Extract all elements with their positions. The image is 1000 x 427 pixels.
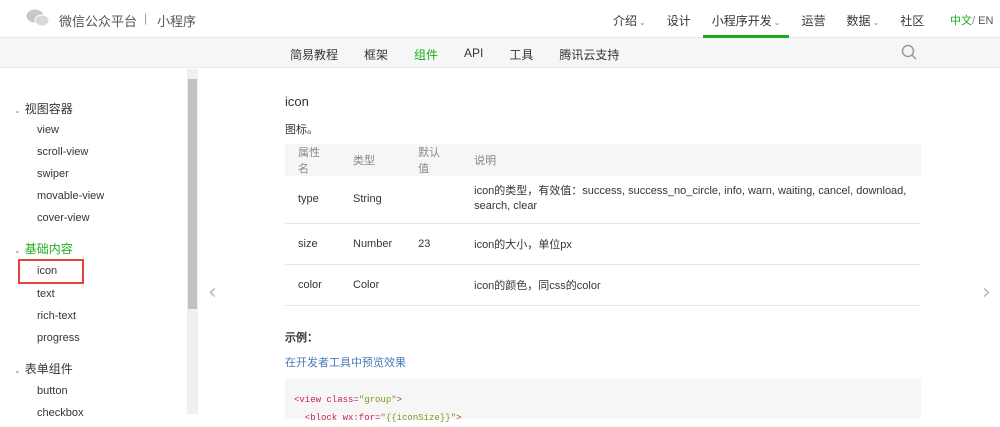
table-row: type String icon的类型，有效值：success, success… — [285, 176, 921, 224]
sub-nav-bar: 简易教程 框架 组件 API 工具 腾讯云支持 — [0, 38, 1000, 68]
nav-label: 运营 — [801, 14, 826, 28]
search-icon[interactable] — [901, 44, 917, 60]
nav-label: 社区 — [900, 14, 925, 28]
col-name: 属性名 — [285, 144, 340, 176]
sidebar-item-button[interactable]: button — [37, 385, 68, 397]
code-line: <view class="group"> — [294, 391, 912, 409]
cell: icon的类型，有效值：success, success_no_circle, … — [461, 176, 921, 224]
cell: icon的颜色，同css的color — [461, 264, 921, 306]
subnav-tencent-cloud[interactable]: 腾讯云支持 — [559, 46, 619, 63]
next-page-arrow-icon[interactable]: › — [982, 280, 991, 305]
cell: size — [285, 223, 340, 265]
subnav-tools[interactable]: 工具 — [509, 46, 533, 63]
cell: 23 — [405, 223, 462, 265]
sidebar-item-rich-text[interactable]: rich-text — [37, 310, 76, 322]
sidebar-item-checkbox[interactable]: checkbox — [37, 407, 83, 419]
nav-operation[interactable]: 运营 — [801, 0, 825, 38]
code-tag-end: > — [456, 413, 462, 423]
nav-label: 小程序开发 — [711, 14, 772, 28]
brand-name[interactable]: 微信公众平台 — [59, 11, 137, 30]
subnav-api[interactable]: API — [464, 46, 483, 63]
attributes-table: 属性名 类型 默认值 说明 type String icon的类型，有效值：su… — [285, 144, 921, 306]
main-nav: 介绍 ⌄ 设计 小程序开发 ⌄ 运营 数据 ⌄ 社区 — [613, 0, 945, 38]
cell: String — [340, 176, 406, 224]
nav-data[interactable]: 数据 ⌄ — [846, 0, 879, 38]
wechat-logo-icon — [26, 9, 50, 27]
preview-in-devtools-link[interactable]: 在开发者工具中预览效果 — [285, 354, 406, 370]
cell: color — [285, 264, 340, 306]
nav-community[interactable]: 社区 — [900, 0, 924, 38]
lang-zh[interactable]: 中文 — [950, 15, 972, 27]
nav-label: 设计 — [666, 14, 691, 28]
code-block: <view class="group"> <block wx:for="{{ic… — [285, 379, 921, 423]
sidebar-group-view-containers[interactable]: ⌄ 视图容器 — [14, 100, 73, 117]
nav-label: 介绍 — [613, 14, 638, 28]
table-header: 属性名 类型 默认值 说明 — [285, 144, 921, 176]
nav-design[interactable]: 设计 — [667, 0, 691, 38]
table-row: size Number 23 icon的大小，单位px — [285, 223, 921, 265]
chevron-down-icon: ⌄ — [14, 366, 21, 375]
chevron-down-icon: ⌄ — [872, 18, 880, 27]
sidebar-item-progress[interactable]: progress — [37, 332, 80, 344]
cell: Number — [340, 223, 406, 265]
cell: icon的大小，单位px — [461, 223, 921, 265]
cell: Color — [340, 264, 406, 306]
subnav-components[interactable]: 组件 — [414, 46, 438, 63]
sidebar-group-basic-content[interactable]: ⌄ 基础内容 — [14, 240, 73, 257]
cell — [405, 176, 462, 224]
code-line: <block wx:for="{{iconSize}}"> — [294, 409, 912, 427]
chevron-down-icon: ⌄ — [14, 246, 21, 255]
brand-separator: | — [144, 11, 148, 25]
sidebar-item-swiper[interactable]: swiper — [37, 168, 69, 180]
product-name[interactable]: 小程序 — [157, 11, 196, 30]
code-tag: <view class= — [294, 395, 359, 405]
top-header: 微信公众平台 | 小程序 介绍 ⌄ 设计 小程序开发 ⌄ 运营 数据 ⌄ 社区 中文/… — [0, 0, 1000, 38]
sidebar-item-text[interactable]: text — [37, 288, 55, 300]
sidebar-group-form-components[interactable]: ⌄ 表单组件 — [14, 360, 73, 377]
group-title: 表单组件 — [24, 362, 73, 376]
nav-miniprogram-dev[interactable]: 小程序开发 ⌄ — [702, 0, 790, 38]
sidebar-item-movable-view[interactable]: movable-view — [37, 190, 104, 202]
code-string: "group" — [358, 395, 397, 405]
col-type: 类型 — [340, 144, 406, 176]
subnav-tutorial[interactable]: 简易教程 — [290, 46, 338, 63]
nav-intro[interactable]: 介绍 ⌄ — [613, 0, 646, 38]
nav-label: 数据 — [846, 14, 871, 28]
code-tag: <block wx:for= — [294, 413, 381, 423]
selected-item-highlight — [18, 259, 84, 284]
col-default: 默认值 — [405, 144, 462, 176]
page-title: icon — [285, 94, 309, 109]
col-description: 说明 — [461, 144, 921, 176]
page-description: 图标。 — [285, 124, 318, 136]
sidebar-item-scroll-view[interactable]: scroll-view — [37, 146, 88, 158]
cell: type — [285, 176, 340, 224]
lang-separator: / — [972, 15, 976, 27]
prev-page-arrow-icon[interactable]: ‹ — [208, 280, 217, 305]
sub-nav: 简易教程 框架 组件 API 工具 腾讯云支持 — [290, 46, 645, 63]
language-switch: 中文/ EN — [950, 12, 993, 28]
chevron-down-icon: ⌄ — [639, 18, 646, 27]
example-heading: 示例： — [285, 332, 318, 344]
sidebar: ⌄ 视图容器 view scroll-view swiper movable-vi… — [0, 69, 187, 419]
table-row: color Color icon的颜色，同css的color — [285, 264, 921, 306]
lang-en[interactable]: EN — [978, 15, 993, 27]
sidebar-item-view[interactable]: view — [37, 124, 59, 136]
group-title: 视图容器 — [24, 102, 73, 116]
sidebar-item-cover-view[interactable]: cover-view — [37, 212, 90, 224]
code-string: "{{iconSize}}" — [380, 413, 457, 423]
code-tag-end: > — [396, 395, 403, 405]
cell — [405, 264, 462, 306]
chevron-down-icon: ⌄ — [773, 18, 781, 27]
scrollbar-thumb[interactable] — [188, 79, 197, 309]
chevron-down-icon: ⌄ — [14, 106, 21, 115]
subnav-framework[interactable]: 框架 — [364, 46, 388, 63]
group-title: 基础内容 — [24, 242, 73, 256]
